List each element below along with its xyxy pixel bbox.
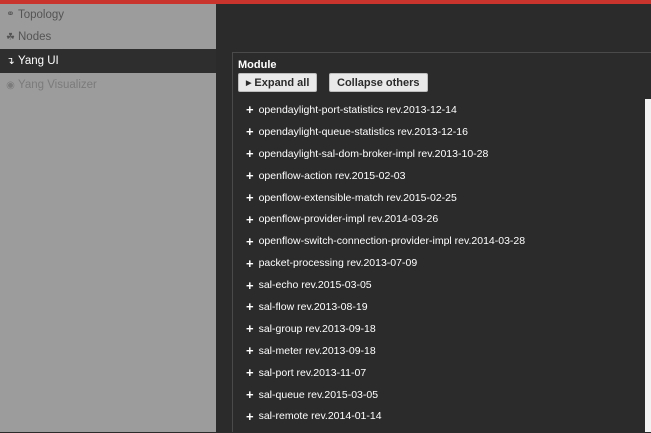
module-label: sal-queue rev.2015-03-05 (258, 388, 379, 401)
module-list: + opendaylight-port-statistics rev.2013-1… (233, 99, 645, 433)
plus-icon: + (246, 102, 254, 118)
sidebar-item-label: Yang Visualizer (18, 79, 97, 91)
list-item[interactable]: + openflow-extensible-match rev.2015-02-2… (233, 187, 645, 209)
plus-icon: + (246, 299, 254, 315)
plus-icon: + (246, 321, 254, 337)
list-item[interactable]: + sal-flow rev.2013-08-19 (233, 296, 645, 318)
plus-icon: + (246, 408, 254, 424)
module-label: openflow-switch-connection-provider-impl… (258, 235, 526, 248)
module-label: packet-processing rev.2013-07-09 (258, 257, 418, 270)
expand-all-button[interactable]: ▶ Expand all (238, 73, 318, 92)
sidebar-item-label: Yang UI (18, 55, 59, 67)
list-item[interactable]: + sal-group rev.2013-09-18 (233, 318, 645, 340)
module-panel: Module ▶ Expand all Collapse others + ope… (232, 52, 651, 433)
list-item[interactable]: + sal-meter rev.2013-09-18 (233, 340, 645, 362)
list-item[interactable]: + sal-remote rev.2014-01-14 (233, 405, 645, 427)
plus-icon: + (246, 343, 254, 359)
sidebar-item-yang-ui[interactable]: ↴ Yang UI (0, 49, 216, 73)
list-item[interactable]: + opendaylight-port-statistics rev.2013-1… (233, 99, 645, 121)
module-label: sal-echo rev.2015-03-05 (258, 279, 372, 292)
list-item[interactable]: + opendaylight-sal-dom-broker-impl rev.20… (233, 143, 645, 165)
sidebar-item-yang-visualizer[interactable]: ◉ Yang Visualizer (0, 73, 216, 97)
module-label: opendaylight-queue-statistics rev.2013-1… (258, 125, 468, 138)
scrollbar[interactable] (645, 99, 651, 432)
panel-title: Module (238, 59, 277, 71)
list-item[interactable]: + opendaylight-queue-statistics rev.2013-… (233, 121, 645, 143)
list-item[interactable]: + packet-processing rev.2013-07-09 (233, 252, 645, 274)
module-label: opendaylight-port-statistics rev.2013-12… (258, 103, 457, 116)
caret-right-icon: ▶ (246, 79, 252, 87)
sidebar-item-nodes[interactable]: ☘ Nodes (0, 25, 216, 49)
list-item[interactable]: + sal-echo rev.2015-03-05 (233, 274, 645, 296)
plus-icon: + (246, 365, 254, 381)
sidebar-item-label: Topology (18, 8, 65, 21)
list-item[interactable]: + openflow-switch-connection-provider-imp… (233, 230, 645, 252)
module-label: sal-flow rev.2013-08-19 (258, 300, 368, 313)
plus-icon: + (246, 146, 254, 162)
list-item[interactable]: + sal-queue rev.2015-03-05 (233, 384, 645, 406)
plus-icon: + (246, 190, 254, 205)
topology-icon: ⚭ (6, 9, 15, 20)
nodes-icon: ☘ (6, 31, 15, 43)
main-content: Module ▶ Expand all Collapse others + ope… (216, 4, 651, 433)
module-label: sal-remote rev.2014-01-14 (258, 410, 382, 423)
module-label: openflow-provider-impl rev.2014-03-26 (258, 213, 439, 226)
module-label: sal-meter rev.2013-09-18 (258, 344, 376, 357)
list-item[interactable]: + sal-port rev.2013-11-07 (233, 362, 645, 384)
collapse-others-button[interactable]: Collapse others (329, 73, 428, 92)
plus-icon: + (246, 211, 254, 227)
list-item[interactable]: + openflow-action rev.2015-02-03 (233, 165, 645, 187)
yang-ui-icon: ↴ (6, 55, 15, 67)
sidebar-item-label: Nodes (18, 31, 52, 43)
plus-icon: + (246, 233, 254, 249)
list-item[interactable]: + openflow-provider-impl rev.2014-03-26 (233, 208, 645, 230)
module-label: opendaylight-sal-dom-broker-impl rev.201… (258, 147, 489, 160)
module-label: openflow-action rev.2015-02-03 (258, 169, 406, 182)
eye-icon: ◉ (6, 79, 15, 91)
collapse-others-label: Collapse others (337, 76, 420, 89)
plus-icon: + (246, 387, 254, 403)
plus-icon: + (246, 277, 254, 293)
plus-icon: + (246, 255, 254, 271)
plus-icon: + (246, 124, 254, 140)
module-label: openflow-extensible-match rev.2015-02-25 (258, 191, 457, 204)
module-label: sal-port rev.2013-11-07 (258, 366, 367, 379)
plus-icon: + (246, 168, 254, 184)
module-label: sal-group rev.2013-09-18 (258, 322, 376, 335)
expand-all-label: Expand all (254, 76, 310, 89)
sidebar-item-topology[interactable]: ⚭ Topology (0, 4, 216, 25)
sidebar: ⚭ Topology ☘ Nodes ↴ Yang UI ◉ Yang Visu… (0, 4, 216, 432)
